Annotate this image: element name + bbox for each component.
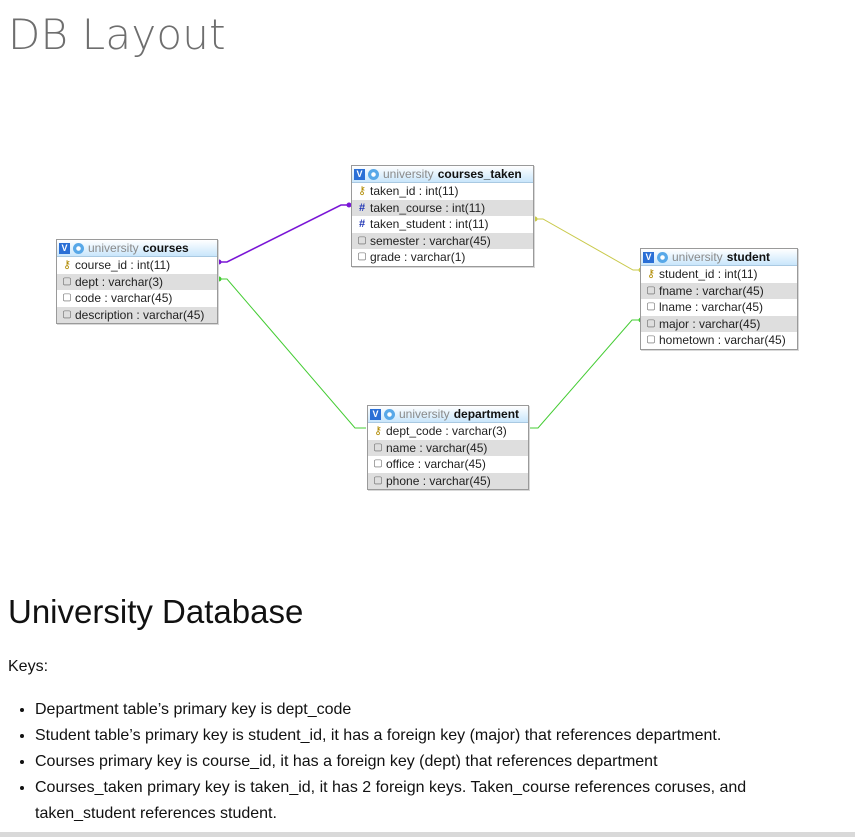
table-student[interactable]: Vuniversity student ⚷ student_id : int(11) ▢… — [640, 248, 798, 350]
column-text: taken_id : int(11) — [370, 184, 459, 198]
column-row[interactable]: ▢ code : varchar(45) — [57, 290, 217, 307]
schema-name: university — [383, 167, 434, 181]
column-row[interactable]: ⚷ dept_code : varchar(3) — [368, 423, 528, 440]
key-icon: ⚷ — [357, 185, 367, 197]
column-row[interactable]: ▢ fname : varchar(45) — [641, 282, 797, 299]
relation-courses-to-courses-taken — [218, 204, 349, 263]
column-icon: ▢ — [646, 301, 656, 312]
column-icon: ▢ — [62, 275, 72, 287]
column-text: fname : varchar(45) — [659, 283, 764, 298]
column-row[interactable]: ▢ phone : varchar(45) — [368, 472, 528, 489]
column-icon: ▢ — [357, 251, 367, 262]
checkbox-icon[interactable]: V — [370, 408, 381, 420]
key-icon: ⚷ — [646, 268, 656, 280]
index-icon: # — [358, 218, 366, 230]
column-text: lname : varchar(45) — [659, 300, 764, 314]
gear-icon[interactable] — [73, 242, 84, 254]
list-item: Courses primary key is course_id, it has… — [35, 749, 825, 775]
column-row[interactable]: ▢ office : varchar(45) — [368, 456, 528, 473]
table-courses-taken[interactable]: Vuniversity courses_taken ⚷ taken_id : int(… — [351, 165, 534, 267]
column-row[interactable]: ▢ grade : varchar(1) — [352, 249, 533, 266]
checkbox-icon[interactable]: V — [59, 242, 70, 254]
table-header[interactable]: Vuniversity student — [641, 249, 797, 266]
table-name: department — [453, 407, 520, 421]
column-text: grade : varchar(1) — [370, 250, 466, 264]
table-department[interactable]: Vuniversity department ⚷ dept_code : varcha… — [367, 405, 529, 490]
checkbox-icon[interactable]: V — [643, 251, 654, 263]
table-name: courses — [142, 241, 189, 255]
column-text: phone : varchar(45) — [386, 473, 491, 488]
column-text: dept_code : varchar(3) — [386, 424, 507, 438]
column-row[interactable]: ▢ description : varchar(45) — [57, 306, 217, 323]
relation-department-to-student — [529, 319, 641, 429]
column-row[interactable]: ▢ lname : varchar(45) — [641, 299, 797, 316]
list-item: Courses_taken primary key is taken_id, i… — [35, 775, 825, 827]
column-icon: ▢ — [373, 474, 383, 486]
table-courses[interactable]: Vuniversity courses ⚷ course_id : int(11) ▢ d… — [56, 239, 218, 324]
schema-name: university — [672, 250, 723, 264]
column-row[interactable]: ▢ semester : varchar(45) — [352, 232, 533, 249]
section-title: University Database — [8, 593, 304, 630]
column-row[interactable]: ▢ dept : varchar(3) — [57, 273, 217, 290]
column-icon: ▢ — [357, 234, 367, 246]
gear-icon[interactable] — [657, 251, 668, 263]
column-row[interactable]: ⚷ course_id : int(11) — [57, 257, 217, 274]
bottom-divider — [0, 832, 855, 837]
column-text: major : varchar(45) — [659, 316, 761, 331]
column-row[interactable]: # taken_student : int(11) — [352, 216, 533, 233]
key-icon: ⚷ — [62, 259, 72, 271]
column-text: description : varchar(45) — [75, 307, 205, 322]
column-row[interactable]: # taken_course : int(11) — [352, 199, 533, 216]
column-row[interactable]: ▢ name : varchar(45) — [368, 439, 528, 456]
column-icon: ▢ — [373, 458, 383, 469]
checkbox-icon[interactable]: V — [354, 168, 365, 180]
relation-courses-to-department — [218, 278, 366, 429]
column-text: office : varchar(45) — [386, 457, 486, 471]
schema-name: university — [399, 407, 450, 421]
column-text: course_id : int(11) — [75, 258, 171, 272]
column-row[interactable]: ⚷ taken_id : int(11) — [352, 183, 533, 200]
table-name: courses_taken — [437, 167, 522, 181]
index-icon: # — [358, 201, 366, 214]
column-icon: ▢ — [646, 334, 656, 345]
relation-courses-taken-to-student — [534, 218, 641, 271]
gear-icon[interactable] — [368, 168, 379, 180]
column-icon: ▢ — [62, 308, 72, 320]
column-row[interactable]: ⚷ student_id : int(11) — [641, 266, 797, 283]
column-text: hometown : varchar(45) — [659, 333, 786, 347]
table-header[interactable]: Vuniversity courses_taken — [352, 166, 533, 183]
list-item: Department table’s primary key is dept_c… — [35, 697, 825, 723]
column-row[interactable]: ▢ hometown : varchar(45) — [641, 332, 797, 349]
list-item: Student table’s primary key is student_i… — [35, 723, 825, 749]
column-text: code : varchar(45) — [75, 291, 173, 305]
column-text: semester : varchar(45) — [370, 233, 491, 248]
table-header[interactable]: Vuniversity courses — [57, 240, 217, 257]
column-text: taken_course : int(11) — [370, 200, 486, 215]
gear-icon[interactable] — [384, 408, 395, 420]
column-text: student_id : int(11) — [659, 267, 758, 281]
column-text: name : varchar(45) — [386, 440, 488, 455]
column-icon: ▢ — [646, 284, 656, 296]
column-icon: ▢ — [62, 292, 72, 303]
column-row[interactable]: ▢ major : varchar(45) — [641, 315, 797, 332]
key-icon: ⚷ — [373, 425, 383, 437]
keys-list: Department table’s primary key is dept_c… — [14, 697, 825, 827]
column-icon: ▢ — [373, 441, 383, 453]
column-icon: ▢ — [646, 317, 656, 329]
keys-label: Keys: — [8, 658, 49, 675]
column-text: dept : varchar(3) — [75, 274, 164, 289]
table-name: student — [726, 250, 771, 264]
table-header[interactable]: Vuniversity department — [368, 406, 528, 423]
schema-name: university — [88, 241, 139, 255]
column-text: taken_student : int(11) — [370, 217, 489, 231]
